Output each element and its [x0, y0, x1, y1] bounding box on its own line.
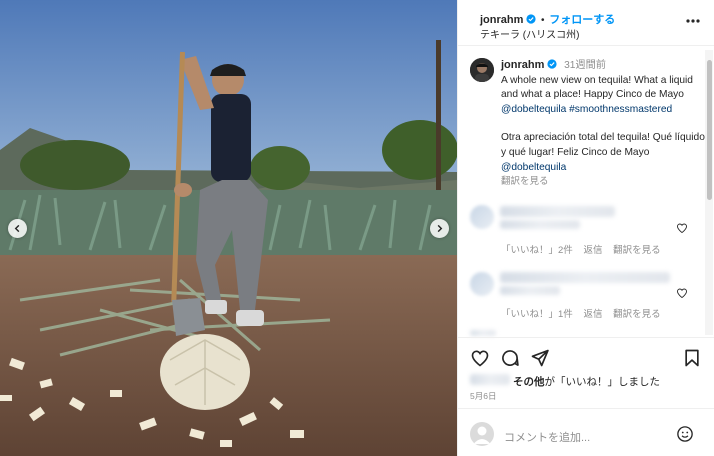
comment-meta: 「いいね！」1件 返信 翻訳を見る [501, 306, 661, 320]
previous-photo-button[interactable] [8, 219, 27, 238]
post-caption: jonrahm 31週間前 A whole new view on tequil… [501, 58, 706, 190]
comment-like-heart-icon[interactable] [676, 287, 688, 299]
post-date[interactable]: 5月6日 [470, 390, 496, 402]
heart-icon[interactable] [470, 348, 490, 368]
dot-separator: • [540, 15, 545, 26]
default-avatar-icon [473, 426, 491, 444]
post-header: jonrahm • フォローする テキーラ (ハリスコ州) [458, 0, 714, 46]
caption-body-es: Otra apreciación total del tequila! Qué … [501, 132, 705, 158]
follow-button[interactable]: フォローする [549, 14, 615, 26]
verified-badge-icon [547, 59, 557, 69]
post-location[interactable]: テキーラ (ハリスコ州) [480, 26, 579, 41]
comment-likes[interactable]: 「いいね！」2件 [501, 245, 573, 256]
caption-body-en: A whole new view on tequila! What a liqu… [501, 74, 693, 101]
golfer-agave-photo [0, 0, 457, 456]
comment-text-blurred [500, 286, 560, 295]
caption-text-en: A whole new view on tequila! What a liqu… [501, 74, 706, 118]
comment-meta: 「いいね！」2件 返信 翻訳を見る [501, 242, 661, 256]
author-line: jonrahm • フォローする [480, 11, 615, 27]
mention-link-2[interactable]: @dobeltequila [501, 162, 566, 173]
current-user-avatar [470, 422, 494, 446]
caption-time[interactable]: 31週間前 [564, 60, 606, 71]
divider [458, 408, 714, 409]
post-photo[interactable] [0, 0, 457, 456]
bookmark-icon[interactable] [682, 348, 702, 368]
comment-icon[interactable] [500, 348, 520, 368]
verified-badge-icon [526, 14, 536, 24]
caption-username[interactable]: jonrahm [501, 59, 544, 71]
comment-translate[interactable]: 翻訳を見る [613, 309, 661, 320]
comment-avatar[interactable] [470, 205, 494, 229]
comment-partial-blurred [470, 330, 496, 336]
avatar-image [470, 58, 494, 82]
translate-link[interactable]: 翻訳を見る [501, 175, 706, 190]
comment-translate[interactable]: 翻訳を見る [613, 245, 661, 256]
comment-input[interactable]: コメントを追加... [504, 429, 590, 445]
comment-reply[interactable]: 返信 [583, 309, 602, 320]
author-avatar[interactable] [470, 58, 494, 82]
caption-text-es: Otra apreciación total del tequila! Qué … [501, 131, 706, 175]
hashtag-link[interactable]: #smoothnessmastered [569, 104, 672, 115]
post-actions-section: その他が「いいね！」しました 5月6日 コメントを追加... [458, 337, 714, 456]
chevron-right-icon [437, 224, 443, 233]
next-photo-button[interactable] [430, 219, 449, 238]
scrollbar-thumb[interactable] [707, 60, 712, 200]
more-horizontal-icon[interactable] [686, 18, 700, 24]
comment-likes[interactable]: 「いいね！」1件 [501, 309, 573, 320]
comment-text-blurred [500, 220, 580, 229]
send-icon[interactable] [530, 348, 550, 368]
comment-reply[interactable]: 返信 [583, 245, 602, 256]
caption-meta: jonrahm 31週間前 [501, 58, 706, 74]
smiley-icon[interactable] [676, 425, 694, 443]
likes-suffix: が「いいね！」しました [544, 376, 661, 388]
post-side-panel: jonrahm • フォローする テキーラ (ハリスコ州) jonrahm 31… [457, 0, 714, 456]
comment-text-blurred [500, 272, 670, 283]
comment-like-heart-icon[interactable] [676, 222, 688, 234]
author-username[interactable]: jonrahm [480, 14, 523, 26]
post-dialog: jonrahm • フォローする テキーラ (ハリスコ州) jonrahm 31… [0, 0, 714, 456]
chevron-left-icon [14, 224, 20, 233]
comment-avatar[interactable] [470, 272, 494, 296]
likes-others-link[interactable]: その他 [513, 376, 545, 388]
mention-link[interactable]: @dobeltequila [501, 104, 566, 115]
comment-text-blurred [500, 206, 615, 217]
likes-summary: その他が「いいね！」しました [513, 374, 660, 389]
liker-name-blurred [470, 374, 510, 385]
